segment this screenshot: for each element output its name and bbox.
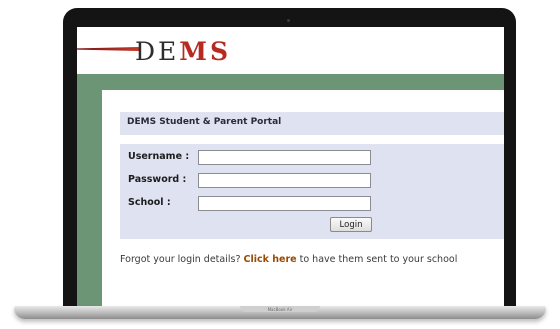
logo-swoosh [77, 47, 139, 51]
laptop-screen: DEMS DEMS Student & Parent Portal Userna… [77, 27, 504, 306]
header-band [77, 74, 504, 90]
school-label: School : [128, 197, 171, 208]
username-label: Username : [128, 151, 190, 162]
school-field[interactable] [198, 196, 371, 211]
page-title: DEMS Student & Parent Portal [127, 117, 282, 127]
login-button[interactable]: Login [330, 217, 372, 232]
password-label: Password : [128, 174, 187, 185]
click-here-link[interactable]: Click here [244, 254, 297, 265]
password-field[interactable] [198, 173, 371, 188]
device-label: MacBook Air [267, 307, 293, 312]
dems-logo: DEMS [135, 37, 232, 66]
forgot-prefix: Forgot your login details? [120, 254, 244, 265]
forgot-login-text: Forgot your login details? Click here to… [120, 254, 504, 265]
forgot-suffix: to have them sent to your school [296, 254, 458, 265]
side-band [77, 74, 102, 306]
camera-icon [287, 19, 290, 22]
username-field[interactable] [198, 150, 371, 165]
